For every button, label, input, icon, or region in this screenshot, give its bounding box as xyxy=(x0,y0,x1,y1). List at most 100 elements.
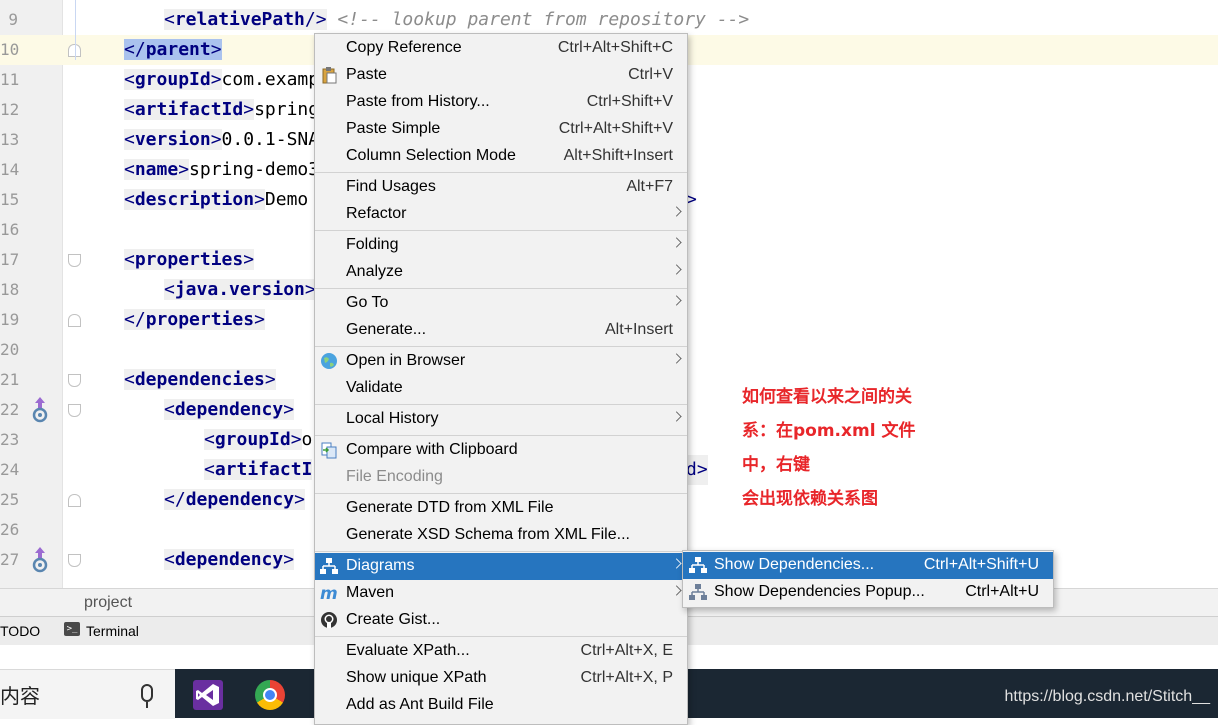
xml-tag: <relativePath/> xyxy=(164,9,327,30)
menu-item-maven[interactable]: m Maven xyxy=(315,580,687,607)
tag-bracket: > xyxy=(294,489,305,510)
menu-item-column-selection-mode[interactable]: Column Selection Mode Alt+Shift+Insert xyxy=(315,143,687,170)
xml-tag: <dependency> xyxy=(164,549,295,570)
code-text: <version>0.0.1-SNAP xyxy=(124,125,330,155)
menu-item-label: Open in Browser xyxy=(346,352,466,369)
menu-item-label: Folding xyxy=(346,236,399,253)
fold-marker-icon[interactable] xyxy=(68,554,81,567)
fold-marker-icon[interactable] xyxy=(68,314,81,327)
menu-item-diagrams[interactable]: Diagrams xyxy=(315,553,687,580)
menu-item-generate[interactable]: Generate... Alt+Insert xyxy=(315,317,687,344)
tag-bracket: > xyxy=(283,549,295,570)
tag-bracket: < xyxy=(164,9,175,30)
svg-text:m: m xyxy=(320,584,338,602)
xml-comment: <!-- lookup parent from repository --> xyxy=(326,9,750,30)
tag-bracket: > xyxy=(243,99,255,120)
fold-marker-icon[interactable] xyxy=(68,374,81,387)
chrome-icon[interactable] xyxy=(255,680,285,710)
code-text: <groupId>com.exampl xyxy=(124,65,330,95)
line-number: 12 xyxy=(0,100,20,119)
menu-item-analyze[interactable]: Analyze xyxy=(315,259,687,286)
project-tab[interactable]: project xyxy=(84,594,132,612)
tag-bracket: /> xyxy=(304,9,327,30)
context-menu: Copy Reference Ctrl+Alt+Shift+C Paste Ctrl+… xyxy=(314,33,688,725)
menu-item-show-dependencies[interactable]: Show Dependencies... Ctrl+Alt+Shift+U xyxy=(683,552,1053,579)
menu-item-shortcut: Ctrl+Alt+Shift+V xyxy=(558,120,673,137)
line-number: 13 xyxy=(0,130,20,149)
menu-item-label: File Encoding xyxy=(346,468,443,485)
menu-item-refactor[interactable]: Refactor xyxy=(315,201,687,228)
menu-item-shortcut: Ctrl+Alt+X, E xyxy=(580,642,673,659)
maven-dependency-icon[interactable] xyxy=(31,546,49,574)
menu-item-validate[interactable]: Validate xyxy=(315,375,687,402)
xml-tag: <version> xyxy=(124,129,222,150)
fold-marker-icon[interactable] xyxy=(68,494,81,507)
line-number: 20 xyxy=(0,340,20,359)
menu-item-paste[interactable]: Paste Ctrl+V xyxy=(315,62,687,89)
menu-item-paste-simple[interactable]: Paste Simple Ctrl+Alt+Shift+V xyxy=(315,116,687,143)
tag-name: name xyxy=(134,159,179,180)
tag-name: version xyxy=(134,129,211,150)
tag-name: artifactI xyxy=(214,459,313,480)
fold-marker-icon[interactable] xyxy=(68,254,81,267)
maven-dependency-icon[interactable] xyxy=(31,396,49,424)
tag-bracket: < xyxy=(124,189,135,210)
menu-item-paste-from-history[interactable]: Paste from History... Ctrl+Shift+V xyxy=(315,89,687,116)
xml-tag: <groupId> xyxy=(204,429,302,450)
microphone-icon-stand xyxy=(146,702,148,708)
chevron-right-icon xyxy=(671,295,682,306)
watermark: https://blog.csdn.net/Stitch__ xyxy=(1004,688,1210,705)
menu-item-local-history[interactable]: Local History xyxy=(315,406,687,433)
menu-item-generate-dtd-from-xml-file[interactable]: Generate DTD from XML File xyxy=(315,495,687,522)
xml-tag: <description> xyxy=(124,189,265,210)
code-text: </properties> xyxy=(124,305,265,335)
visual-studio-icon[interactable] xyxy=(193,680,223,710)
xml-tag: <artifactI xyxy=(204,459,313,480)
menu-item-file-encoding: File Encoding xyxy=(315,464,687,491)
fold-marker-icon[interactable] xyxy=(68,404,81,417)
tag-name: dependencies xyxy=(134,369,265,390)
menu-item-copy-reference[interactable]: Copy Reference Ctrl+Alt+Shift+C xyxy=(315,35,687,62)
menu-item-open-in-browser[interactable]: Open in Browser xyxy=(315,348,687,375)
tag-name: java.version xyxy=(174,279,305,300)
menu-item-create-gist[interactable]: Create Gist... xyxy=(315,607,687,634)
xml-tag: <dependency> xyxy=(164,399,295,420)
todo-tab[interactable]: TODO xyxy=(0,623,40,639)
menu-item-go-to[interactable]: Go To xyxy=(315,290,687,317)
vertical-guide xyxy=(75,0,76,60)
taskbar-search-text[interactable]: 内容 xyxy=(0,680,40,709)
menu-item-label: Generate DTD from XML File xyxy=(346,499,554,516)
menu-item-label: Refactor xyxy=(346,205,407,222)
menu-item-find-usages[interactable]: Find Usages Alt+F7 xyxy=(315,174,687,201)
menu-item-evaluate-xpath[interactable]: Evaluate XPath... Ctrl+Alt+X, E xyxy=(315,638,687,665)
annotation-line: 系：在pom.xml 文件 xyxy=(742,421,916,441)
terminal-tab[interactable]: Terminal xyxy=(86,623,139,639)
menu-item-add-as-ant-build-file[interactable]: Add as Ant Build File xyxy=(315,692,687,719)
tag-bracket: < xyxy=(204,429,215,450)
code-text: <dependency> xyxy=(164,545,295,575)
clipboard-icon xyxy=(322,67,337,84)
menu-item-compare-with-clipboard[interactable]: Compare with Clipboard xyxy=(315,437,687,464)
menu-item-generate-xsd-schema-from-xml-file[interactable]: Generate XSD Schema from XML File... xyxy=(315,522,687,549)
menu-item-label: Generate... xyxy=(346,321,427,338)
xml-tag: <properties> xyxy=(124,249,255,270)
microphone-icon[interactable] xyxy=(141,684,153,702)
menu-item-show-dependencies-popup[interactable]: Show Dependencies Popup... Ctrl+Alt+U xyxy=(683,579,1053,606)
code-line[interactable]: 9 <relativePath/> <!-- lookup parent from… xyxy=(0,5,1218,35)
xml-tag: <groupId> xyxy=(124,69,222,90)
tag-bracket: < xyxy=(124,369,135,390)
maven-icon: m xyxy=(320,584,338,602)
chevron-right-icon xyxy=(671,264,682,275)
code-text: </dependency> xyxy=(164,485,305,515)
tag-bracket: > xyxy=(210,39,222,60)
xml-tag: <dependencies> xyxy=(124,369,276,390)
menu-item-show-unique-xpath[interactable]: Show unique XPath Ctrl+Alt+X, P xyxy=(315,665,687,692)
menu-item-folding[interactable]: Folding xyxy=(315,232,687,259)
tag-bracket: > xyxy=(254,309,265,330)
menu-separator xyxy=(315,346,687,347)
menu-item-shortcut: Ctrl+Alt+Shift+C xyxy=(557,39,673,56)
line-number: 18 xyxy=(0,280,20,299)
tag-name: parent xyxy=(145,39,211,60)
tag-bracket: > xyxy=(283,399,295,420)
tag-bracket: > xyxy=(243,249,255,270)
